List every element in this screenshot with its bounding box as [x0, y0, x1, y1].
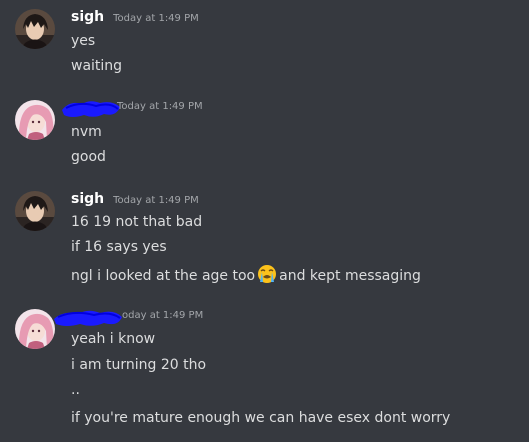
timestamp[interactable]: Today at 1:49 PM [113, 13, 199, 24]
pink-hair-avatar-icon [15, 100, 55, 140]
redacted-username [54, 310, 122, 326]
dark-hair-avatar-icon [15, 9, 55, 49]
username[interactable]: sigh [71, 9, 104, 25]
message-text: 16 19 not that bad [71, 214, 203, 230]
message-text: if 16 says yes [71, 239, 167, 255]
redacted-username [62, 101, 120, 117]
user-avatar[interactable] [15, 9, 55, 49]
timestamp[interactable]: Today at 1:49 PM [113, 195, 199, 206]
message-text: .. [71, 382, 80, 398]
timestamp[interactable]: Today at 1:49 PM [117, 101, 203, 112]
message-text-part: ngl i looked at the age too [71, 268, 256, 284]
message-text: yeah i know [71, 331, 156, 347]
user-avatar[interactable] [15, 100, 55, 140]
message-text: i am turning 20 tho [71, 357, 207, 373]
message-text: waiting [71, 58, 123, 74]
message-text: good [71, 149, 106, 165]
message-text-part: and kept messaging [279, 268, 421, 284]
timestamp[interactable]: oday at 1:49 PM [122, 310, 203, 321]
message-text: if you're mature enough we can have esex… [71, 410, 451, 426]
message-text: nvm [71, 124, 102, 140]
user-avatar[interactable] [15, 191, 55, 231]
user-avatar[interactable] [15, 309, 55, 349]
message-text-with-emoji: ngl i looked at the age too and kept mess… [71, 264, 421, 289]
dark-hair-avatar-icon [15, 191, 55, 231]
username[interactable]: sigh [71, 191, 104, 207]
pink-hair-avatar-icon [15, 309, 55, 349]
message-text: yes [71, 33, 96, 49]
loudly-crying-face-icon[interactable] [257, 264, 277, 289]
